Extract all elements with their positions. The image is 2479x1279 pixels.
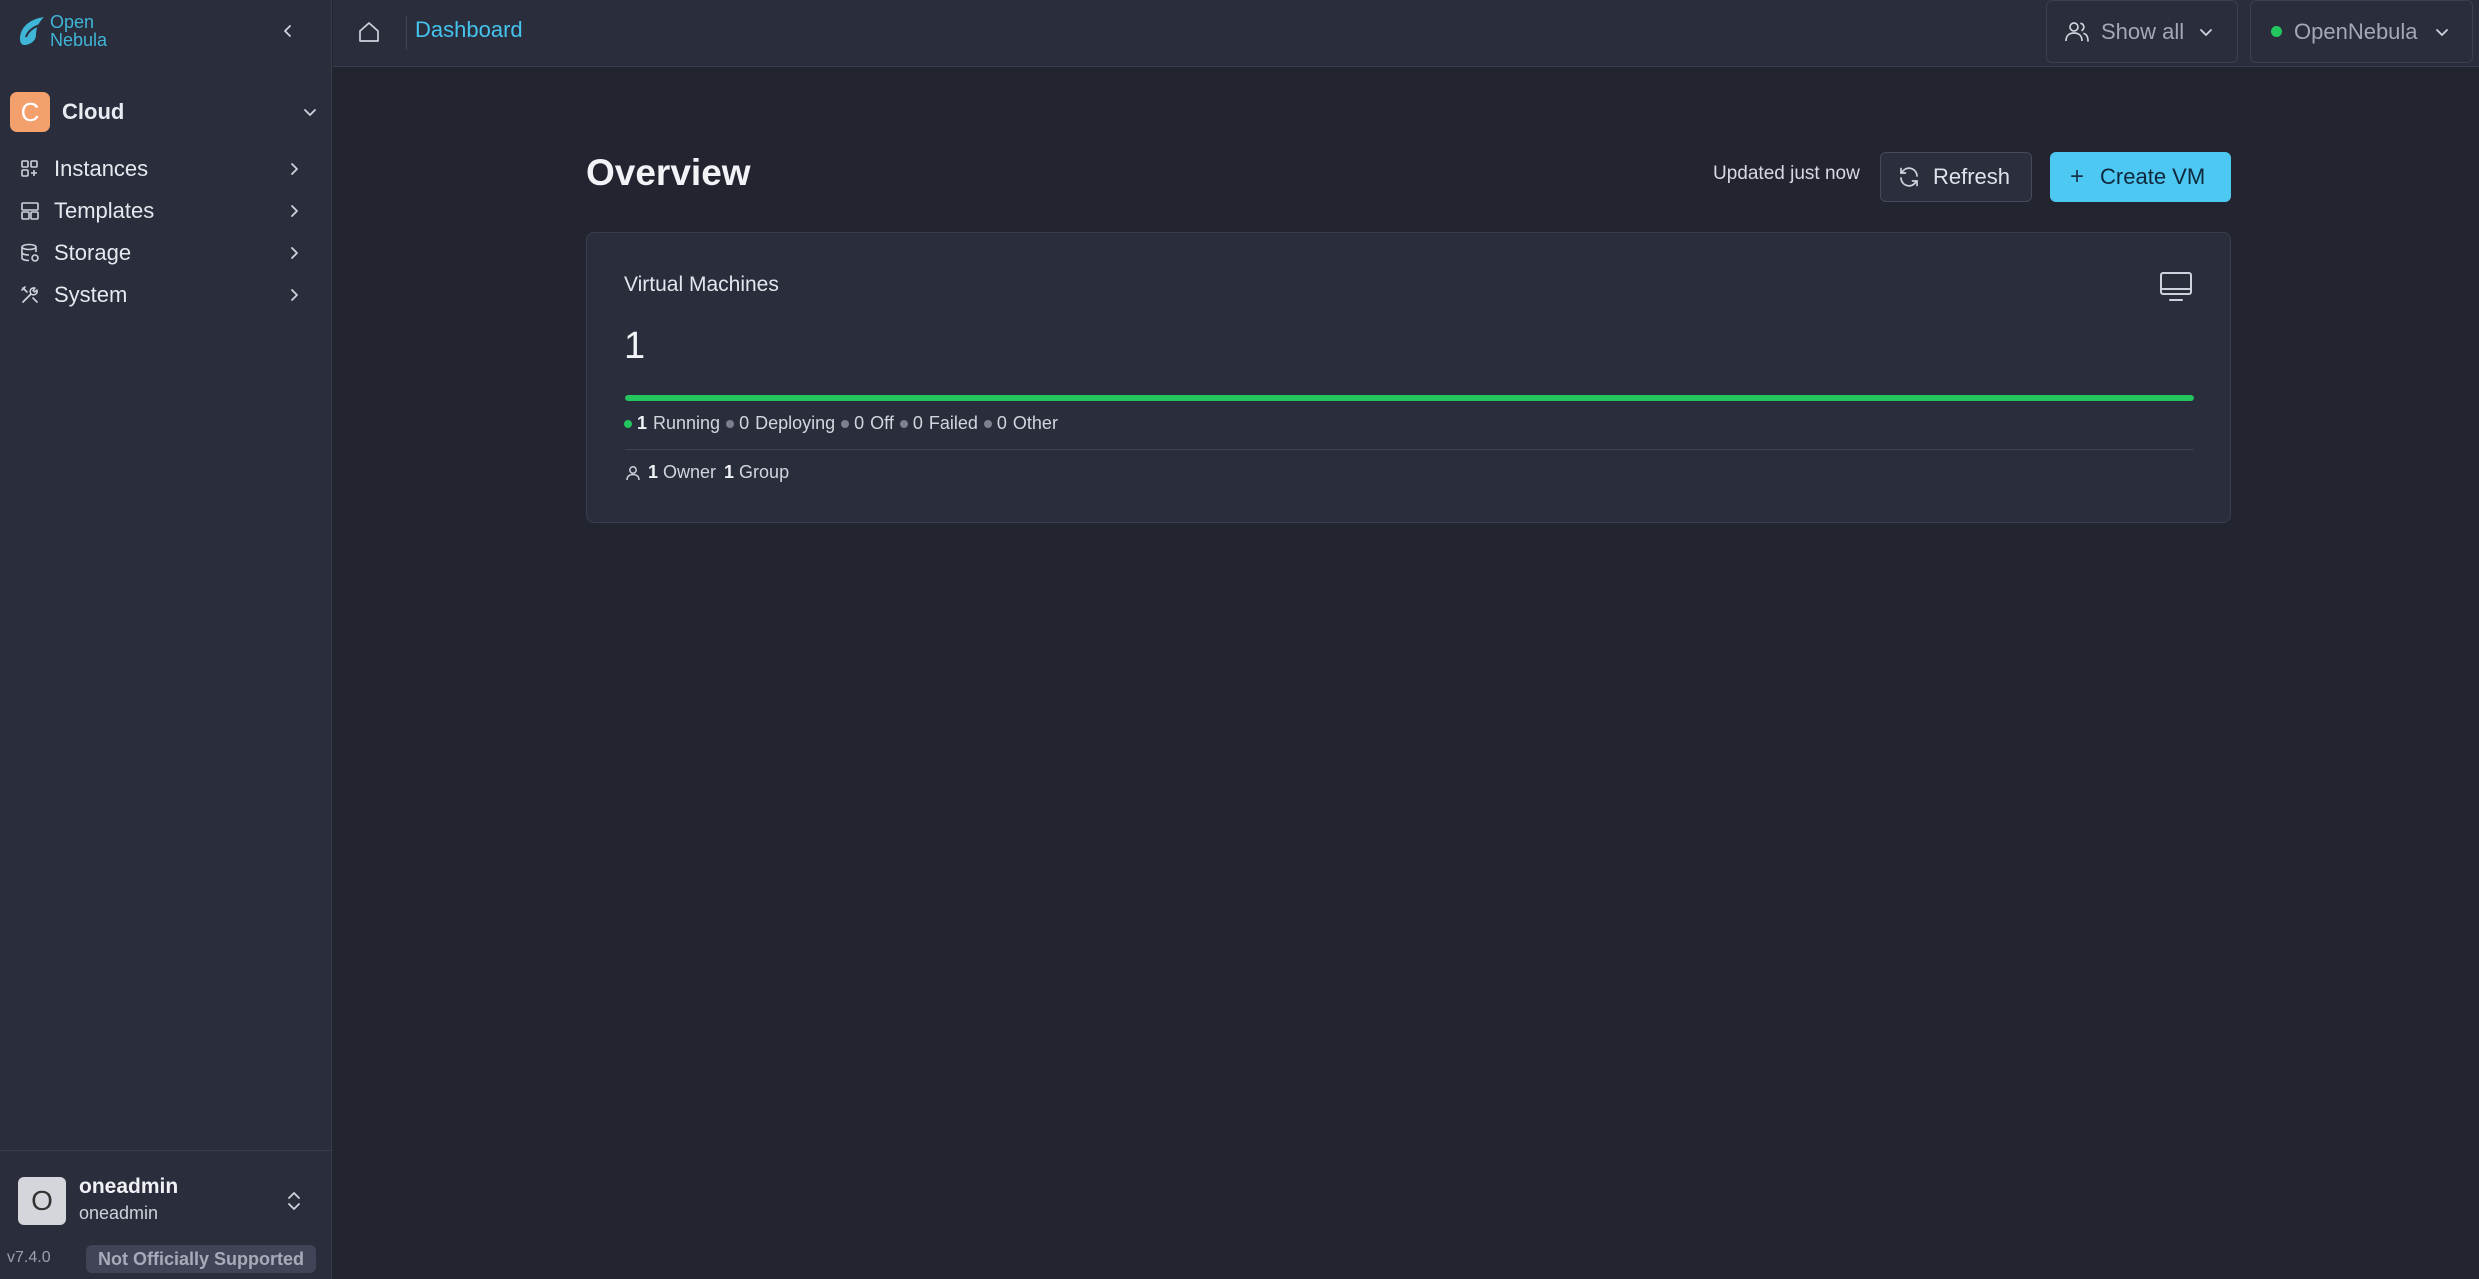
group-label: Group — [739, 462, 790, 482]
virtual-machines-card[interactable]: Virtual Machines 1 1 Running 0 Deploying — [586, 232, 2231, 523]
breadcrumb[interactable]: Dashboard — [415, 17, 523, 43]
status-count: 0 — [854, 413, 865, 433]
sidebar-item-label: Storage — [54, 240, 132, 265]
status-count: 0 — [996, 413, 1007, 433]
filter-label: Show all — [2101, 18, 2185, 44]
group-label: Cloud — [62, 99, 125, 124]
ownership-summary: 1 Owner 1 Group — [624, 462, 789, 483]
logo-line-1: Open — [50, 12, 95, 32]
chevron-right-icon — [291, 247, 298, 259]
monitor-icon — [2160, 272, 2192, 301]
zone-dropdown[interactable]: OpenNebula — [2250, 0, 2473, 63]
avatar: O — [18, 1177, 66, 1225]
status-running: 1 Running — [624, 413, 720, 434]
refresh-label: Refresh — [1933, 164, 2011, 189]
sidebar: Open Nebula C Cloud Instances Templates … — [0, 0, 332, 1279]
status-deploying: 0 Deploying — [726, 413, 835, 434]
status-dot — [983, 419, 992, 428]
user-group: oneadmin — [79, 1203, 159, 1223]
user-icon — [626, 465, 640, 480]
group-count: 1 — [724, 462, 735, 482]
status-other: 0 Other — [983, 413, 1058, 434]
status-label: Off — [870, 413, 894, 433]
card-title: Virtual Machines — [624, 273, 779, 296]
chevron-right-icon — [291, 163, 298, 175]
owner-count: 1 — [648, 462, 659, 482]
status-failed: 0 Failed — [899, 413, 978, 434]
vm-total-count: 1 — [624, 325, 646, 367]
opennebula-logo[interactable]: Open Nebula — [16, 13, 107, 49]
support-badge: Not Officially Supported — [86, 1245, 317, 1273]
status-off: 0 Off — [841, 413, 894, 434]
logo-text: Open Nebula — [50, 13, 107, 49]
plus-icon: + — [2070, 163, 2085, 190]
sidebar-header: Open Nebula — [0, 0, 332, 66]
chevron-right-icon — [291, 205, 298, 217]
create-vm-label: Create VM — [2100, 164, 2206, 189]
storage-icon — [18, 241, 42, 265]
sidebar-item-label: Instances — [54, 156, 149, 181]
sidebar-item-storage[interactable]: Storage — [18, 235, 304, 271]
logo-line-2: Nebula — [50, 30, 108, 50]
version-label: v7.4.0 — [7, 1249, 51, 1266]
sidebar-item-system[interactable]: System — [18, 277, 304, 313]
system-icon — [18, 283, 42, 307]
create-vm-button[interactable]: + Create VM — [2050, 152, 2231, 202]
status-label: Deploying — [755, 413, 836, 433]
collapse-sidebar-button[interactable] — [276, 16, 300, 46]
progress-fill-running — [625, 395, 2194, 401]
refresh-icon — [1900, 167, 1918, 187]
chevron-down-icon — [304, 109, 316, 116]
page-title: Overview — [586, 152, 751, 193]
chevron-left-icon — [284, 25, 291, 37]
status-breakdown: 1 Running 0 Deploying 0 Off 0 Failed 0 O… — [624, 413, 1064, 434]
home-icon — [359, 22, 379, 42]
status-dot — [726, 419, 735, 428]
group-selector[interactable]: C Cloud — [10, 92, 320, 132]
zone-label: OpenNebula — [2294, 18, 2418, 44]
status-dot — [899, 419, 908, 428]
group-avatar: C — [10, 92, 50, 132]
chevron-right-icon — [291, 289, 298, 301]
chevron-down-icon — [2200, 28, 2213, 36]
users-icon — [2065, 21, 2089, 42]
breadcrumb-divider — [406, 16, 407, 50]
instances-icon — [18, 157, 42, 181]
topbar: Dashboard Show all OpenNebula — [333, 0, 2479, 67]
owner-label: Owner — [663, 462, 717, 482]
status-count: 1 — [637, 413, 648, 433]
home-button[interactable] — [355, 18, 383, 46]
card-divider — [625, 449, 2194, 450]
status-label: Running — [653, 413, 721, 433]
zone-status-dot — [2271, 26, 2282, 37]
chevron-down-icon — [2435, 28, 2448, 36]
status-dot — [841, 419, 850, 428]
status-count: 0 — [912, 413, 923, 433]
sidebar-item-label: Templates — [54, 198, 155, 223]
status-dot — [624, 419, 632, 428]
user-name: oneadmin — [79, 1175, 179, 1198]
templates-icon — [18, 199, 42, 223]
user-menu[interactable]: O oneadmin oneadmin — [0, 1150, 332, 1245]
sidebar-item-label: System — [54, 282, 128, 307]
status-label: Other — [1012, 413, 1058, 433]
filter-dropdown[interactable]: Show all — [2046, 0, 2238, 63]
status-label: Failed — [928, 413, 978, 433]
chevron-up-down-icon[interactable] — [282, 1189, 306, 1213]
sidebar-item-templates[interactable]: Templates — [18, 193, 304, 229]
refresh-button[interactable]: Refresh — [1880, 152, 2032, 202]
vm-status-progress-bar — [625, 395, 2194, 401]
status-count: 0 — [739, 413, 750, 433]
last-updated-text: Updated just now — [1713, 163, 1860, 184]
sidebar-item-instances[interactable]: Instances — [18, 151, 304, 187]
opennebula-logo-icon — [20, 17, 44, 45]
